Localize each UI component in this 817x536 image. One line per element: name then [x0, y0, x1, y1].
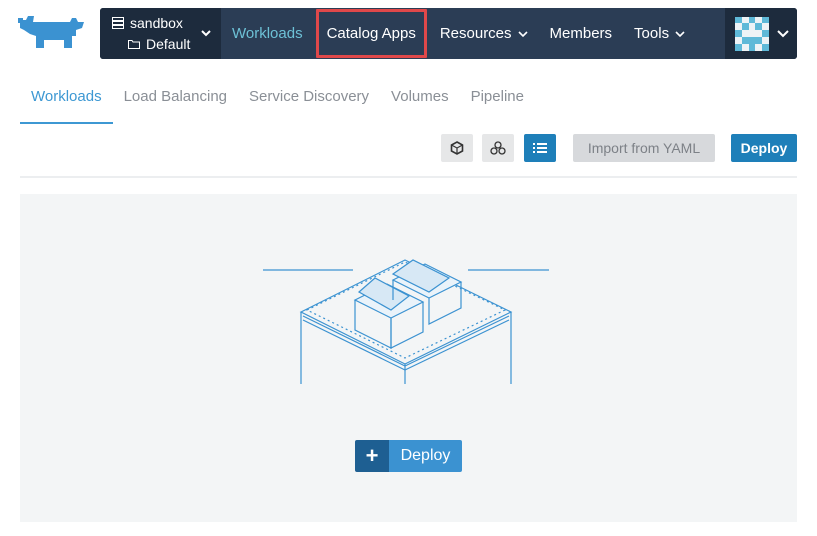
rancher-logo[interactable] [18, 14, 86, 50]
empty-state-panel: + Deploy [20, 194, 797, 522]
cluster-icon [490, 141, 506, 155]
view-as-list-button[interactable] [524, 134, 556, 162]
chevron-down-icon[interactable] [200, 27, 212, 39]
avatar[interactable] [735, 16, 769, 51]
chevron-down-icon [777, 29, 789, 37]
folder-icon [128, 40, 140, 49]
tab-load-balancing[interactable]: Load Balancing [113, 76, 238, 124]
workload-toolbar: Import from YAML Deploy [0, 134, 817, 162]
user-menu[interactable] [725, 8, 797, 59]
view-by-group-button[interactable] [482, 134, 514, 162]
tab-volumes[interactable]: Volumes [380, 76, 460, 124]
list-icon [533, 143, 547, 153]
nav-resources-label: Resources [439, 25, 512, 42]
top-navigation: sandbox Default Workloads Catalog Apps R… [100, 8, 797, 59]
cluster-name-row: sandbox [112, 15, 183, 31]
cluster-name: sandbox [130, 15, 183, 31]
nav-members-label: Members [549, 25, 613, 42]
empty-deploy-button[interactable]: + Deploy [355, 440, 462, 472]
toolbar-divider [20, 176, 797, 178]
hexagon-icon [450, 141, 464, 155]
cluster-project-switcher[interactable]: sandbox Default [100, 8, 221, 59]
nav-tools-label: Tools [634, 25, 670, 42]
server-icon [112, 17, 124, 29]
nav-catalog-apps-label: Catalog Apps [326, 25, 416, 42]
workload-tabs: Workloads Load Balancing Service Discove… [20, 76, 797, 124]
empty-deploy-label: Deploy [389, 440, 462, 472]
nav-tools[interactable]: Tools [623, 8, 696, 59]
tab-workloads[interactable]: Workloads [20, 76, 113, 124]
nav-workloads-label: Workloads [232, 25, 303, 42]
deploy-button[interactable]: Deploy [731, 134, 797, 162]
nav-workloads[interactable]: Workloads [221, 8, 314, 59]
chevron-down-icon [675, 30, 685, 37]
nav-members[interactable]: Members [539, 8, 624, 59]
project-name-row: Default [128, 36, 190, 52]
view-by-node-button[interactable] [441, 134, 473, 162]
project-name: Default [146, 36, 191, 52]
nav-resources[interactable]: Resources [429, 8, 539, 59]
plus-icon: + [355, 440, 389, 472]
tab-service-discovery[interactable]: Service Discovery [238, 76, 380, 124]
tab-pipeline[interactable]: Pipeline [460, 76, 535, 124]
nav-catalog-apps[interactable]: Catalog Apps [315, 9, 427, 58]
chevron-down-icon [517, 30, 528, 37]
farm-illustration [263, 259, 549, 384]
import-yaml-button[interactable]: Import from YAML [573, 134, 715, 162]
